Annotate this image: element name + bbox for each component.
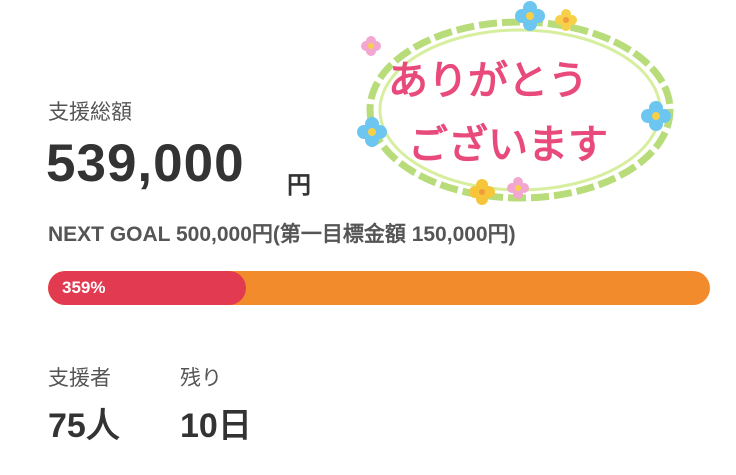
progress-bar: 359% bbox=[48, 271, 710, 305]
next-goal: NEXT GOAL 500,000円(第一目標金額 150,000円) bbox=[48, 223, 516, 246]
total-label: 支援総額 bbox=[48, 101, 132, 124]
remaining-value: 10日 bbox=[180, 407, 252, 445]
flower-icon bbox=[515, 1, 545, 31]
flower-icon bbox=[469, 179, 495, 205]
total-amount: 539,000 bbox=[46, 134, 245, 193]
progress-percent: 359% bbox=[62, 278, 106, 297]
thanks-line-2: ございます bbox=[408, 122, 608, 168]
wreath-frame bbox=[357, 1, 674, 205]
supporters-label: 支援者 bbox=[48, 367, 111, 390]
thanks-line-1: ありがとう bbox=[388, 58, 588, 104]
supporters-value: 75人 bbox=[48, 407, 120, 445]
remaining-label: 残り bbox=[180, 367, 222, 390]
total-currency-unit: 円 bbox=[287, 172, 311, 199]
thanks-illustration: ありがとう ございます bbox=[350, 0, 690, 212]
flower-icon bbox=[361, 36, 381, 56]
